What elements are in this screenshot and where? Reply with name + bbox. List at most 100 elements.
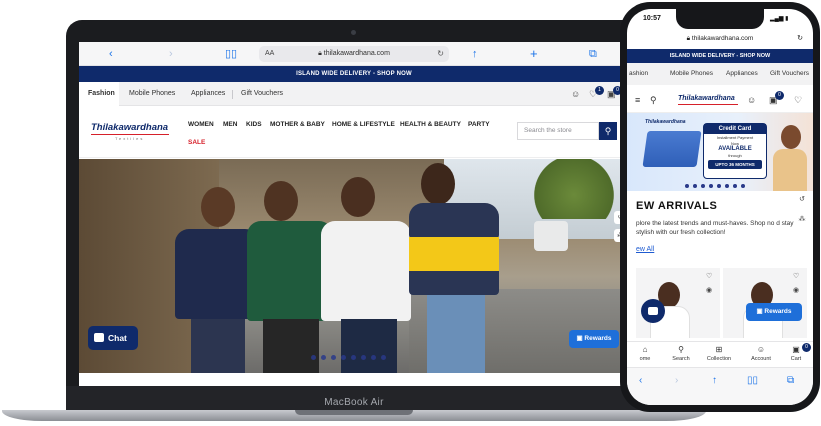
menu-women[interactable]: WOMEN <box>188 121 214 128</box>
slider-dot[interactable] <box>693 184 697 188</box>
slider-dot[interactable] <box>701 184 705 188</box>
slider-dot[interactable] <box>351 355 356 360</box>
tab-collection[interactable]: ⊞ Collection <box>701 345 737 363</box>
view-all-link[interactable]: ew All <box>636 246 654 253</box>
menu-mother-baby[interactable]: MOTHER & BABY <box>270 121 325 128</box>
slider-dot[interactable] <box>321 355 326 360</box>
tab-mobile-phones[interactable]: Mobile Phones <box>129 82 175 106</box>
slider-dot[interactable] <box>733 184 737 188</box>
tab-search[interactable]: ⚲ Search <box>663 345 699 363</box>
chat-icon <box>94 333 104 342</box>
phone-rewards-button[interactable]: ▣ Rewards <box>746 303 802 321</box>
search-icon[interactable]: ⚲ <box>650 95 657 105</box>
phone-promo-bar[interactable]: ISLAND WIDE DELIVERY - SHOP NOW <box>627 49 813 63</box>
menu-party[interactable]: PARTY <box>468 121 490 128</box>
phone-chat-button[interactable] <box>641 299 665 323</box>
tab-fashion[interactable]: Fashion <box>79 82 119 106</box>
share-icon[interactable]: ↑ <box>712 375 717 387</box>
banner-model <box>773 123 807 191</box>
category-bar: Fashion Mobile Phones Appliances Gift Vo… <box>79 82 629 106</box>
slider-dot[interactable] <box>371 355 376 360</box>
chevron-left-icon[interactable]: ‹ <box>639 375 642 387</box>
book-icon[interactable]: ▯▯ <box>747 375 758 387</box>
slider-dot[interactable] <box>341 355 346 360</box>
hero-van <box>534 221 568 251</box>
slider-dot[interactable] <box>311 355 316 360</box>
user-icon[interactable]: ☺ <box>571 89 580 99</box>
rewards-button[interactable]: ▣ Rewards <box>569 330 619 348</box>
banner-logo: Thilakawardhana <box>645 119 686 125</box>
site-logo[interactable]: Thilakawardhana <box>91 122 168 133</box>
slider-dot[interactable] <box>381 355 386 360</box>
text-size-button[interactable]: AA <box>265 46 274 62</box>
chat-icon <box>648 307 658 315</box>
menu-home-lifestyle[interactable]: HOME & LIFESTYLE <box>332 121 395 128</box>
address-bar[interactable]: AA 🔒︎ thilakawardhana.com ↻ <box>259 46 449 62</box>
banner-available: AVAILABLE <box>718 146 752 152</box>
credit-card-banner[interactable]: Thilakawardhana Credit Card Installment … <box>627 113 813 191</box>
tab-mobile-phones[interactable]: Mobile Phones <box>670 63 713 85</box>
reload-icon[interactable]: ↻ <box>437 46 444 62</box>
reload-icon[interactable]: ↻ <box>797 31 803 47</box>
search-icon[interactable]: ⚲ <box>599 122 617 140</box>
cart-badge: 0 <box>802 343 811 352</box>
tab-label: Collection <box>706 356 732 362</box>
chat-button[interactable]: Chat <box>88 326 138 350</box>
tab-appliances[interactable]: Appliances <box>726 63 758 85</box>
tab-account[interactable]: ☺ Account <box>743 345 779 363</box>
slider-dot[interactable] <box>331 355 336 360</box>
browser-toolbar: ‹ › ▯▯ AA 🔒︎ thilakawardhana.com ↻ ↑ + ⧉ <box>79 42 629 66</box>
share-icon[interactable]: ↑ <box>472 46 478 62</box>
logo-underline <box>91 134 169 135</box>
menu-sale[interactable]: SALE <box>188 139 205 146</box>
phone-url-text: thilakawardhana.com <box>691 35 754 42</box>
signal-icon: ▂▄▆ ▮ <box>770 16 789 22</box>
grid-icon: ⊞ <box>715 345 723 354</box>
banner-subtitle: Installment Payment <box>716 135 754 140</box>
tab-gift-vouchers[interactable]: Gift Vouchers <box>770 63 809 85</box>
share-node-icon[interactable]: ⁂ <box>795 213 809 227</box>
phone-address-bar[interactable]: 🔒︎ thilakawardhana.com ↻ <box>627 31 813 47</box>
search-input[interactable]: Search the store <box>517 122 599 140</box>
tabs-icon[interactable]: ⧉ <box>787 375 794 387</box>
slider-dot[interactable] <box>361 355 366 360</box>
phone-notch <box>676 9 764 29</box>
tab-gift-vouchers[interactable]: Gift Vouchers <box>241 82 283 106</box>
heart-icon[interactable]: ♡ <box>793 272 799 280</box>
tab-appliances[interactable]: Appliances <box>191 82 225 106</box>
banner-through: through <box>728 153 742 158</box>
banner-laptop-art <box>642 131 702 167</box>
tab-label: ome <box>639 356 651 362</box>
menu-kids[interactable]: KIDS <box>246 121 262 128</box>
menu-men[interactable]: MEN <box>223 121 237 128</box>
slider-dot[interactable] <box>717 184 721 188</box>
slider-dot[interactable] <box>709 184 713 188</box>
chevron-right-icon[interactable]: › <box>169 46 173 62</box>
heart-icon[interactable]: ♡ <box>794 95 802 105</box>
book-icon[interactable]: ▯▯ <box>225 46 237 62</box>
phone-site-logo[interactable]: Thilakawardhana <box>678 95 735 102</box>
laptop-camera <box>351 30 356 35</box>
menu-icon[interactable]: ≡ <box>635 95 640 105</box>
eye-icon[interactable]: ◉ <box>706 286 712 294</box>
tab-home[interactable]: ⌂ ome <box>627 345 663 363</box>
promo-bar[interactable]: ISLAND WIDE DELIVERY - SHOP NOW <box>79 66 629 82</box>
banner-title: Credit Card <box>704 124 766 134</box>
chevron-left-icon[interactable]: ‹ <box>109 46 113 62</box>
tabs-icon[interactable]: ⧉ <box>589 46 597 62</box>
tab-fashion[interactable]: ashion <box>629 63 648 85</box>
main-nav: Thilakawardhana Textiles WOMEN MEN KIDS … <box>79 106 629 158</box>
slider-dot[interactable] <box>725 184 729 188</box>
rewards-label: Rewards <box>584 335 612 342</box>
slider-dot[interactable] <box>741 184 745 188</box>
slider-dot[interactable] <box>685 184 689 188</box>
heart-icon[interactable]: ♡ <box>706 272 712 280</box>
user-icon[interactable]: ☺ <box>747 95 756 105</box>
menu-health-beauty[interactable]: HEALTH & BEAUTY <box>400 121 461 128</box>
history-icon[interactable]: ↺ <box>795 193 809 207</box>
eye-icon[interactable]: ◉ <box>793 286 799 294</box>
chevron-right-icon[interactable]: › <box>675 375 678 387</box>
phone-header: ≡ ⚲ Thilakawardhana ☺ ▣ 0 ♡ <box>627 85 813 113</box>
plus-icon[interactable]: + <box>530 46 538 62</box>
hero-banner[interactable]: Chat ▣ Rewards ↺ ⁂ <box>79 159 629 373</box>
